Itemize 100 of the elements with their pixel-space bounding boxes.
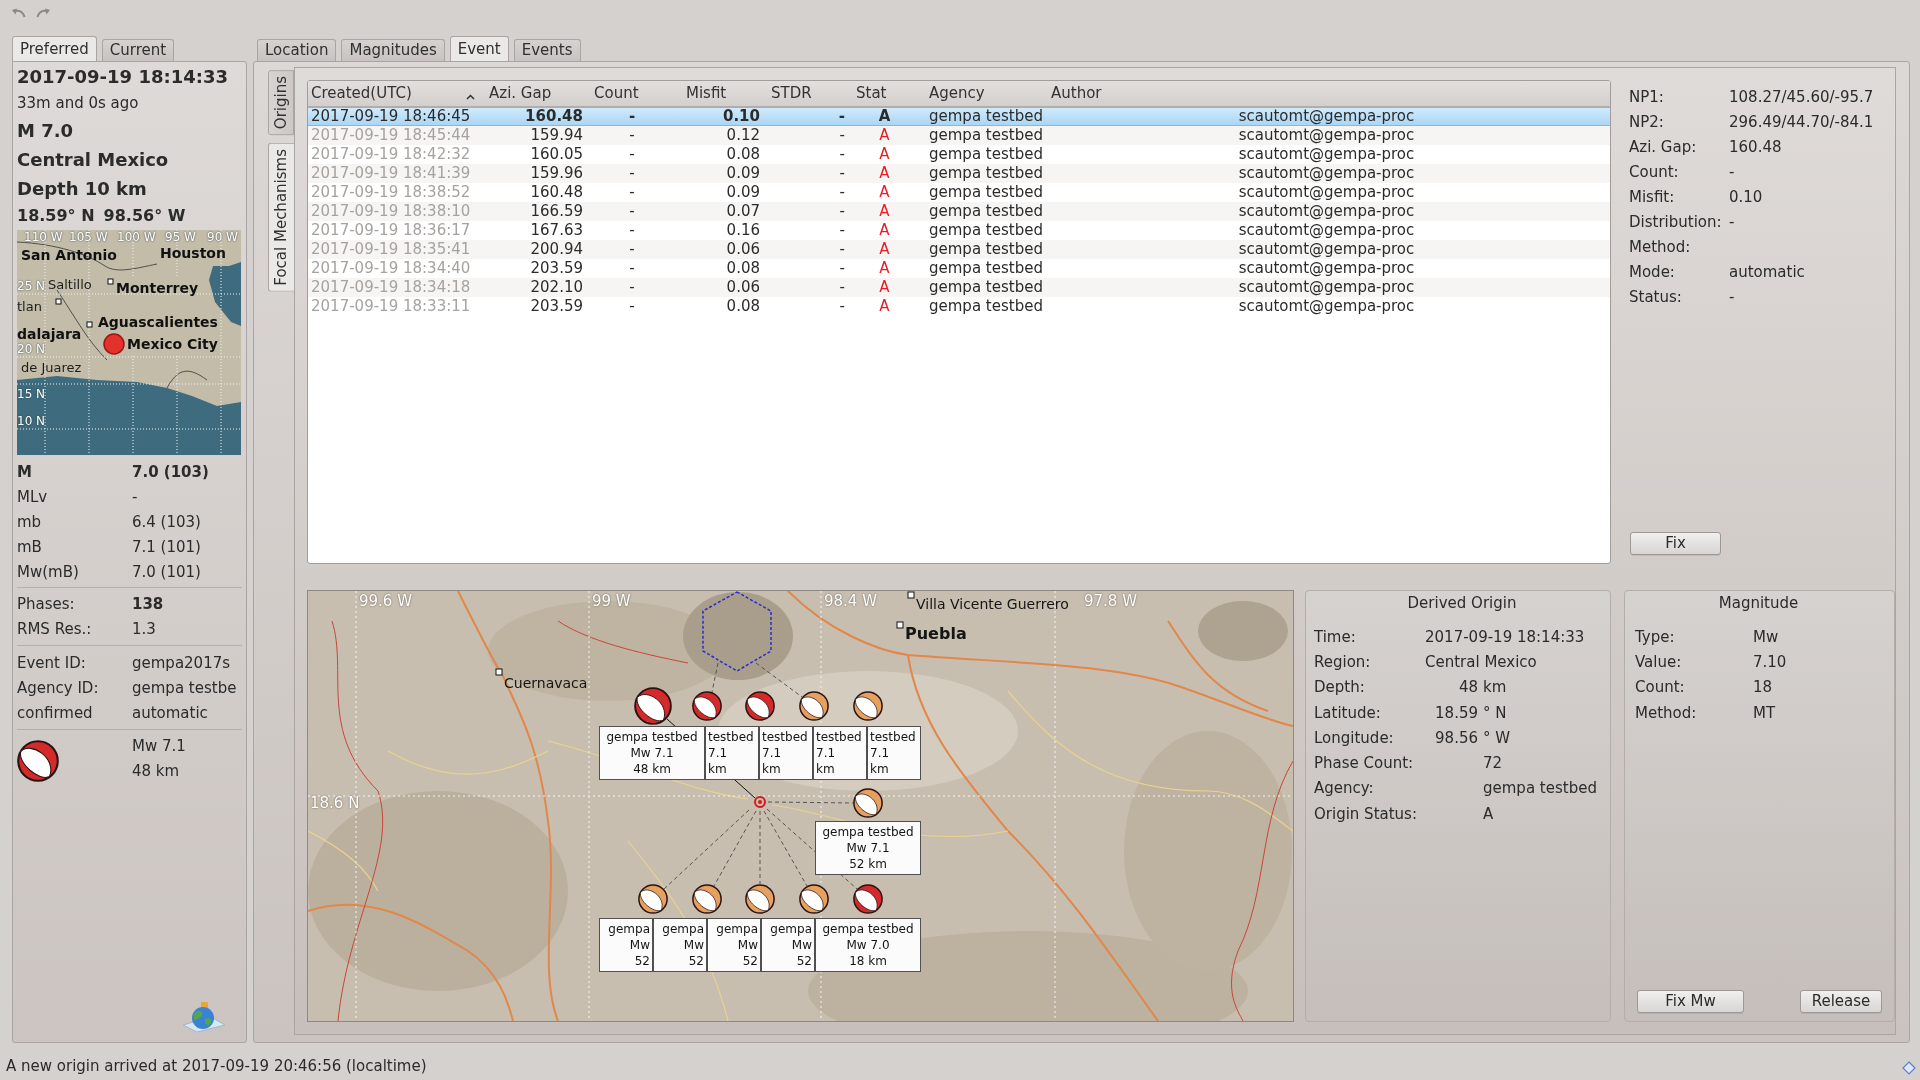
table-row[interactable]: 2017-09-19 18:46:45 160.48 - 0.10 - A gempa testbed scautomt@gempa-proc (308, 106, 1610, 126)
table-cell: gempa testbed (921, 277, 1043, 297)
label-line: 52 (796, 953, 812, 969)
table-cell: 0.06 (678, 239, 763, 259)
city-label: San Antonio (21, 247, 117, 263)
label-line: testbed (816, 729, 862, 745)
column-header[interactable]: STDR (763, 81, 848, 106)
panel-title: Magnitude (1718, 593, 1799, 614)
table-cell: 0.08 (678, 258, 763, 278)
table-cell: 2017-09-19 18:38:10 (308, 201, 481, 221)
field-label: Agency ID: (17, 678, 99, 697)
grid-label: 95 W (165, 231, 196, 244)
label-line: gempa (716, 921, 758, 937)
grid-label: 100 W (117, 231, 156, 244)
fix-button[interactable]: Fix (1630, 532, 1721, 555)
grid-label: 15 N (17, 388, 46, 401)
label-line: Mw 7.0 (846, 937, 890, 953)
field-label: Phases: (17, 594, 75, 613)
field-label: Misfit: (1629, 187, 1675, 206)
field-label: Value: (1635, 652, 1682, 671)
table-cell: 2017-09-19 18:33:11 (308, 296, 481, 316)
table-cell: A (848, 106, 921, 126)
globe-icon[interactable] (181, 1001, 227, 1033)
unit-text: ° W (1483, 728, 1511, 747)
tab[interactable]: Event (449, 36, 509, 61)
table-cell: - (586, 182, 678, 202)
column-header[interactable]: Stat (848, 81, 921, 106)
table-row[interactable]: 2017-09-19 18:41:39 159.96 - 0.09 - A gempa testbed scautomt@gempa-proc (308, 163, 1610, 183)
fix-magnitude-button[interactable]: Fix Mw (1637, 990, 1744, 1013)
table-row[interactable]: 2017-09-19 18:35:41 200.94 - 0.06 - A gempa testbed scautomt@gempa-proc (308, 239, 1610, 259)
tab[interactable]: Magnitudes (341, 39, 445, 61)
magnitude-value: 7.0 (101) (132, 562, 201, 581)
column-header[interactable]: Azi. Gap (481, 81, 586, 106)
grid-label: 110 W (24, 231, 63, 244)
table-cell: 166.59 (481, 201, 586, 221)
label-line: km (762, 761, 781, 777)
tab[interactable]: Focal Mechanisms (268, 143, 294, 292)
label-line: Mw (791, 937, 812, 953)
table-cell: - (763, 106, 848, 126)
grid-label: 20 N (17, 343, 46, 356)
label-line: testbed (762, 729, 808, 745)
table-cell: - (763, 163, 848, 183)
event-marker-icon (103, 333, 125, 355)
field-value: automatic (1729, 262, 1805, 281)
beachball-icon (17, 740, 59, 782)
table-row[interactable]: 2017-09-19 18:33:11 203.59 - 0.08 - A gempa testbed scautomt@gempa-proc (308, 296, 1610, 316)
table-row[interactable]: 2017-09-19 18:42:32 160.05 - 0.08 - A gempa testbed scautomt@gempa-proc (308, 144, 1610, 164)
table-cell: - (586, 106, 678, 126)
status-message: A new origin arrived at 2017-09-19 20:46:56 (localtime) (6, 1057, 427, 1075)
table-cell: scautomt@gempa-proc (1043, 163, 1610, 183)
field-value: - (1729, 162, 1735, 181)
table-cell: 167.63 (481, 220, 586, 240)
table-cell: - (763, 201, 848, 221)
grid-label: 99.6 W (359, 592, 412, 610)
table-cell: - (586, 296, 678, 316)
tab[interactable]: Events (513, 39, 581, 61)
table-row[interactable]: 2017-09-19 18:38:52 160.48 - 0.09 - A gempa testbed scautomt@gempa-proc (308, 182, 1610, 202)
tab[interactable]: Current (101, 39, 175, 61)
table-cell: 2017-09-19 18:46:45 (308, 106, 481, 126)
table-cell: - (586, 220, 678, 240)
field-label: RMS Res.: (17, 619, 92, 638)
table-cell: A (848, 258, 921, 278)
table-row[interactable]: 2017-09-19 18:38:10 166.59 - 0.07 - A gempa testbed scautomt@gempa-proc (308, 201, 1610, 221)
column-header[interactable]: Misfit (678, 81, 763, 106)
field-label: Distribution: (1629, 212, 1722, 231)
table-row[interactable]: 2017-09-19 18:36:17 167.63 - 0.16 - A gempa testbed scautomt@gempa-proc (308, 220, 1610, 240)
city-label: Mexico City (127, 336, 218, 352)
column-header[interactable]: Agency (921, 81, 1043, 106)
label-line: testbed (870, 729, 916, 745)
field-label: Count: (1635, 678, 1685, 697)
label-line: gempa (662, 921, 704, 937)
leader-line (755, 662, 803, 698)
table-cell: 159.96 (481, 163, 586, 183)
table-row[interactable]: 2017-09-19 18:34:18 202.10 - 0.06 - A gempa testbed scautomt@gempa-proc (308, 277, 1610, 297)
epicenter-marker-icon (754, 796, 766, 808)
column-header[interactable]: Author (1043, 81, 1610, 106)
city-label: Aguascalientes (98, 314, 218, 330)
tab[interactable]: Location (257, 39, 337, 61)
table-row[interactable]: 2017-09-19 18:34:40 203.59 - 0.08 - A gempa testbed scautomt@gempa-proc (308, 258, 1610, 278)
grid-label: 25 N (17, 280, 46, 293)
column-header[interactable]: Created(UTC) (308, 81, 481, 106)
field-label: Event ID: (17, 653, 86, 672)
tab[interactable]: Preferred (12, 36, 97, 61)
field-label: Status: (1629, 287, 1682, 306)
magnitude-value: 6.4 (103) (132, 512, 201, 531)
field-label: Time: (1314, 627, 1356, 646)
release-button[interactable]: Release (1800, 990, 1882, 1013)
city-marker-icon (907, 591, 915, 599)
field-label: Type: (1635, 627, 1675, 646)
city-label: Villa Vicente Guerrero (916, 595, 1069, 613)
table-cell: gempa testbed (921, 258, 1043, 278)
city-label: Cuernavaca (504, 674, 588, 692)
column-header[interactable]: Count (586, 81, 678, 106)
table-cell: 0.07 (678, 201, 763, 221)
table-cell: scautomt@gempa-proc (1043, 220, 1610, 240)
tab[interactable]: Origins (268, 70, 294, 136)
field-value: 18.59 (1435, 703, 1478, 722)
field-value: 108.27/45.60/-95.7 (1729, 87, 1874, 106)
field-value: 72 (1483, 754, 1503, 773)
table-row[interactable]: 2017-09-19 18:45:44 159.94 - 0.12 - A gempa testbed scautomt@gempa-proc (308, 125, 1610, 145)
